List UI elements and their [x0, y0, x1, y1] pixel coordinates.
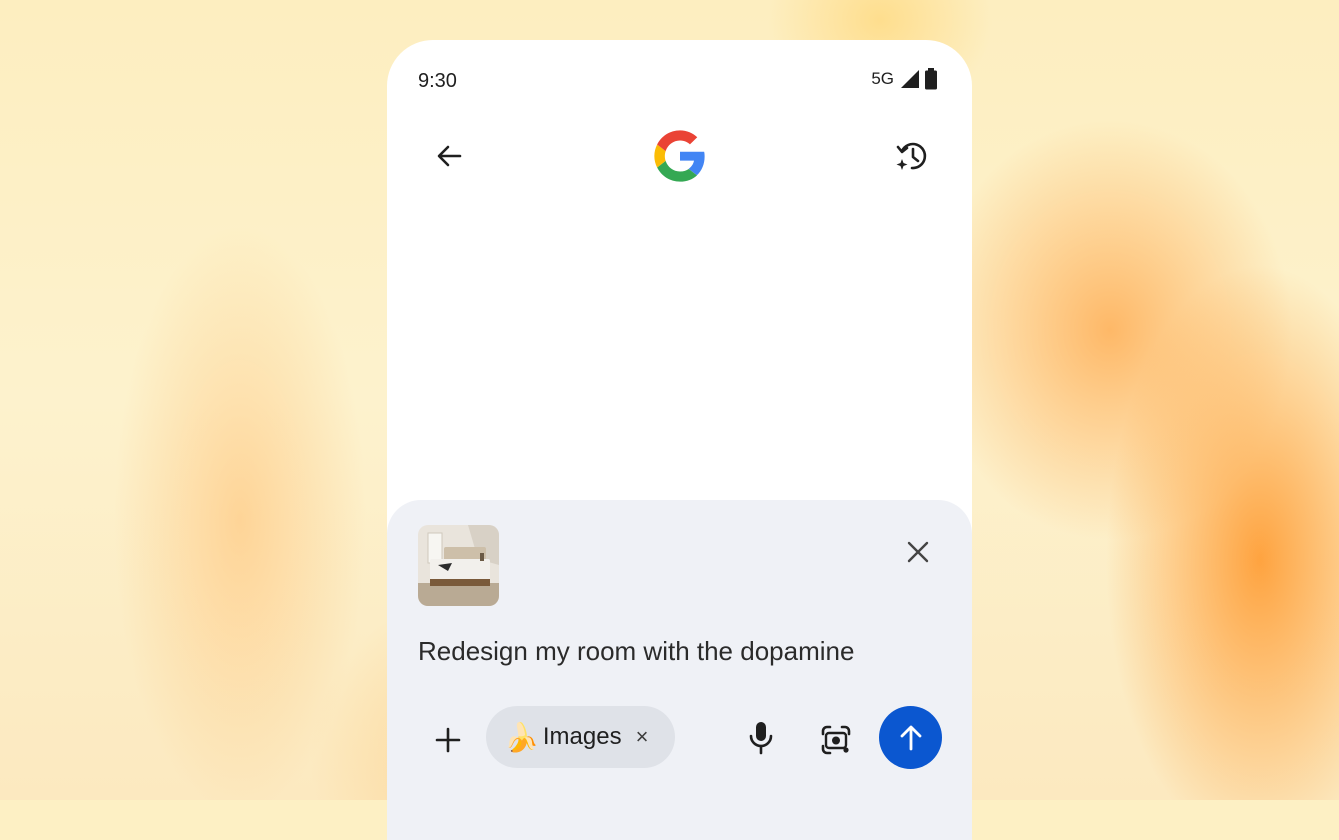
status-indicators: 5G [871, 68, 938, 90]
battery-icon [925, 68, 937, 90]
voice-input-button[interactable] [743, 718, 779, 758]
arrow-back-icon [437, 145, 462, 167]
status-time: 9:30 [418, 70, 457, 92]
add-button[interactable] [430, 722, 466, 758]
remove-attachment-button[interactable] [904, 538, 932, 566]
lens-camera-icon [821, 725, 851, 755]
banana-icon: 🍌 [504, 721, 539, 753]
lens-button[interactable] [816, 720, 856, 760]
phone-screen: 9:30 5G Redesign my room with the dopami… [387, 40, 972, 840]
network-label: 5G [871, 69, 894, 88]
back-button[interactable] [431, 138, 467, 174]
attached-image-thumbnail[interactable] [418, 525, 499, 606]
chip-remove-button[interactable]: × [636, 724, 649, 750]
close-icon [907, 541, 929, 563]
images-tool-chip[interactable]: 🍌 Images × [486, 706, 675, 768]
composer-sheet: Redesign my room with the dopamine 🍌 Ima… [387, 500, 972, 840]
history-sparkle-icon [896, 142, 927, 170]
prompt-input[interactable]: Redesign my room with the dopamine [418, 636, 854, 667]
plus-icon [435, 727, 461, 753]
send-button[interactable] [879, 706, 942, 769]
signal-icon [901, 70, 919, 88]
history-button[interactable] [892, 136, 932, 176]
bedroom-photo [418, 525, 499, 606]
google-g-logo [654, 130, 705, 182]
chip-label: Images [542, 723, 622, 750]
mic-icon [749, 722, 773, 755]
arrow-up-icon [900, 725, 921, 750]
